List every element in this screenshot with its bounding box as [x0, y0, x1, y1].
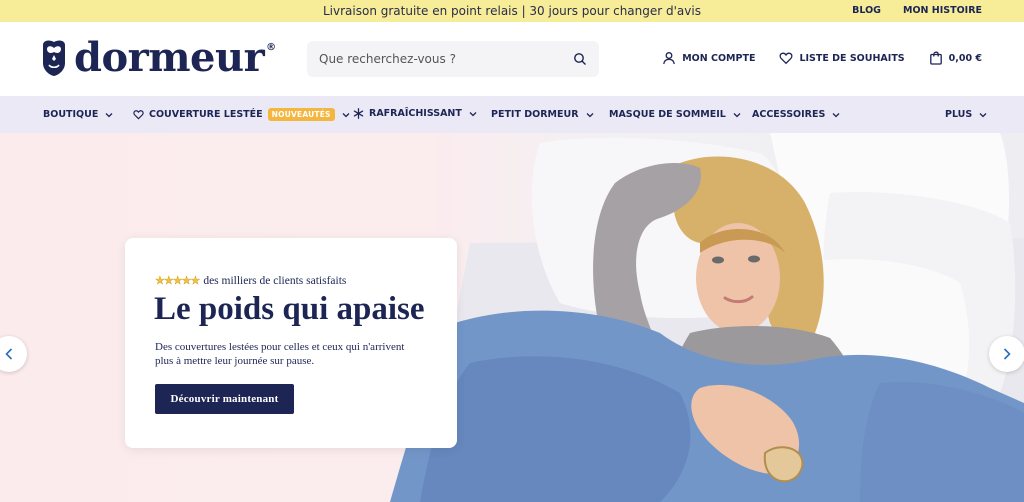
nav-item-label: PLUS — [945, 109, 973, 120]
nav-item-label: RAFRAÎCHISSANT — [369, 108, 462, 119]
nav-item-label: COUVERTURE LESTÉE — [149, 109, 263, 120]
discover-now-button[interactable]: Découvrir maintenant — [155, 384, 294, 414]
header-actions: MON COMPTE LISTE DE SOUHAITS 0,00 € — [662, 51, 982, 65]
nav-item-label: ACCESSOIRES — [752, 109, 826, 120]
hero-description: Des couvertures lestées pour celles et c… — [155, 341, 405, 367]
wishlist-link[interactable]: LISTE DE SOUHAITS — [779, 51, 905, 65]
chevron-down-icon — [342, 112, 350, 117]
hero-card: ★★★★★ des milliers de clients satisfaits… — [125, 238, 457, 448]
rating-row: ★★★★★ des milliers de clients satisfaits — [155, 274, 347, 288]
nav-item-boutique[interactable]: BOUTIQUE — [43, 109, 113, 120]
rating-text: des milliers de clients satisfaits — [203, 274, 347, 287]
chevron-left-icon — [5, 348, 13, 360]
chevron-right-icon — [1003, 348, 1011, 360]
chevron-down-icon — [979, 112, 987, 117]
search-input[interactable] — [307, 41, 567, 77]
snowflake-icon — [353, 108, 364, 119]
nav-item-plus[interactable]: PLUS — [945, 109, 987, 120]
nav-item-rafraichissant[interactable]: RAFRAÎCHISSANT — [353, 108, 477, 119]
wishlist-label: LISTE DE SOUHAITS — [799, 52, 905, 64]
cart-icon — [929, 51, 942, 65]
nav-item-masque-de-sommeil[interactable]: MASQUE DE SOMMEIL — [609, 109, 741, 120]
logo[interactable]: dormeur ® — [40, 38, 276, 78]
search-icon[interactable] — [573, 52, 587, 66]
new-badge: NOUVEAUTÉS — [267, 108, 335, 121]
blog-link[interactable]: BLOG — [852, 5, 881, 16]
logo-registered-mark: ® — [266, 42, 277, 53]
main-navigation: BOUTIQUE COUVERTURE LESTÉE NOUVEAUTÉS RA… — [0, 96, 1024, 133]
chevron-down-icon — [105, 112, 113, 117]
heart-icon — [779, 52, 793, 65]
chevron-down-icon — [832, 112, 840, 117]
user-icon — [663, 52, 676, 65]
nav-item-label: MASQUE DE SOMMEIL — [609, 109, 726, 120]
nav-item-label: BOUTIQUE — [43, 109, 99, 120]
hero-title: Le poids qui apaise — [154, 291, 425, 327]
logo-wordmark: dormeur — [74, 34, 265, 81]
nav-item-petit-dormeur[interactable]: PETIT DORMEUR — [491, 109, 594, 120]
cart-link[interactable]: 0,00 € — [929, 51, 982, 65]
nav-item-accessoires[interactable]: ACCESSOIRES — [752, 109, 840, 120]
search-bar — [307, 41, 599, 77]
hero-banner: ★★★★★ des milliers de clients satisfaits… — [0, 133, 1024, 502]
heart-icon — [133, 110, 144, 120]
top-links: BLOG MON HISTOIRE — [852, 5, 982, 16]
chevron-down-icon — [586, 112, 593, 117]
rating-stars: ★★★★★ — [155, 275, 201, 287]
account-link[interactable]: MON COMPTE — [662, 51, 755, 65]
carousel-next-button[interactable] — [989, 336, 1024, 372]
chevron-down-icon — [733, 112, 741, 117]
announcement-bar: Livraison gratuite en point relais | 30 … — [0, 0, 1024, 22]
mon-histoire-link[interactable]: MON HISTOIRE — [903, 5, 982, 16]
site-header: dormeur ® MON COMPTE LISTE DE SOUHAITS — [0, 22, 1024, 96]
owl-logo-icon — [43, 40, 65, 76]
chevron-down-icon — [469, 111, 477, 116]
cart-total: 0,00 € — [948, 52, 982, 64]
account-label: MON COMPTE — [682, 52, 756, 64]
nav-item-label: PETIT DORMEUR — [491, 109, 579, 120]
nav-item-couverture-lestee[interactable]: COUVERTURE LESTÉE NOUVEAUTÉS — [133, 108, 350, 121]
